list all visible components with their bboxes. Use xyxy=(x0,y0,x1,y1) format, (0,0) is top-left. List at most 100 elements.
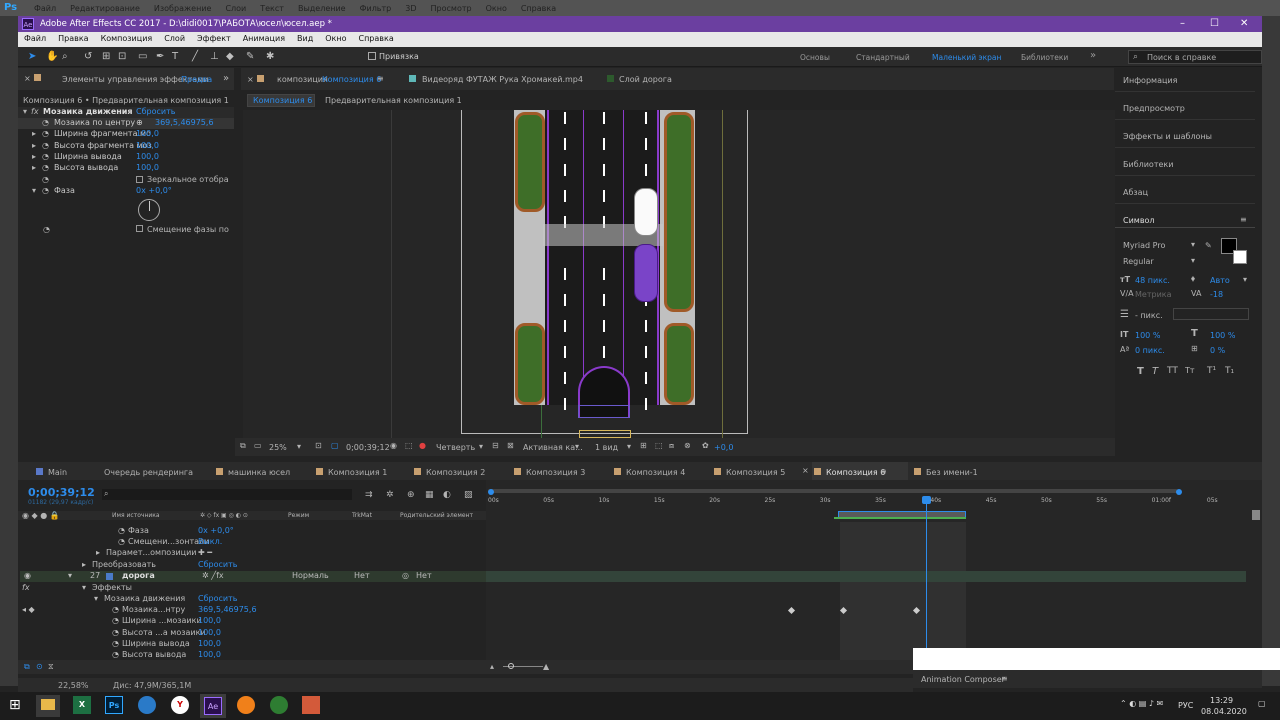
stopwatch-icon[interactable]: ◔ xyxy=(112,628,119,637)
exposure-reset-icon[interactable]: ✿ xyxy=(702,441,709,450)
notification-icon[interactable]: ▢ xyxy=(1258,699,1266,708)
expand-icon[interactable]: ▸ xyxy=(82,560,86,569)
clock-time[interactable]: 13:29 xyxy=(1210,696,1233,705)
minimize-icon[interactable]: – xyxy=(1180,18,1185,29)
font-dropdown-icon[interactable]: ▾ xyxy=(1191,240,1195,249)
add-remove-icon[interactable]: ✚ ━ xyxy=(198,548,212,557)
layer-search-input[interactable]: ⌕ xyxy=(102,489,352,500)
tracking-value[interactable]: -18 xyxy=(1210,290,1223,299)
stopwatch-icon[interactable]: ◔ xyxy=(43,225,50,234)
animation-composer-menu-icon[interactable]: ≡ xyxy=(1001,674,1008,683)
menu-item[interactable]: Слой xyxy=(164,34,185,45)
effect-property-row[interactable]: ◔ Зеркальное отобра xyxy=(18,175,234,186)
visibility-icon[interactable]: ◉ xyxy=(24,571,31,580)
ps-menu-item[interactable]: Файл xyxy=(34,4,56,13)
ps-menu-item[interactable]: Фильтр xyxy=(360,4,392,13)
animation-composer-title[interactable]: Animation Composer xyxy=(921,675,1005,684)
footage-tab[interactable]: Видеоряд ФУТАЖ Рука Хромакей.mp4 xyxy=(422,75,583,84)
right-panel-section[interactable]: Предпросмотр xyxy=(1115,96,1255,120)
expand-icon[interactable]: ▸ xyxy=(32,152,36,161)
snapshot-icon[interactable]: ◉ xyxy=(390,441,397,450)
property-value[interactable]: 100,0 xyxy=(136,141,159,150)
subscript-icon[interactable]: T₁ xyxy=(1225,366,1234,376)
timeline-timecode[interactable]: 0;00;39;12 xyxy=(28,486,95,499)
help-search-input[interactable]: ⌕ Поиск в справке xyxy=(1128,50,1262,64)
flowchart-icon[interactable]: ⊗ xyxy=(684,441,691,450)
style-dropdown-icon[interactable]: ▾ xyxy=(1191,256,1195,265)
horizontal-scale-value[interactable]: 100 % xyxy=(1210,331,1235,340)
timeline-tab[interactable]: Очередь рендеринга xyxy=(104,462,200,482)
roto-brush-icon[interactable]: ✎ xyxy=(246,51,254,62)
rotate-tool-icon[interactable]: ↺ xyxy=(84,51,92,62)
ae-taskbar-button[interactable]: Ae xyxy=(200,694,226,718)
stroke-width-value[interactable]: - пикс. xyxy=(1135,311,1163,320)
clone-stamp-icon[interactable]: ⊥ xyxy=(210,51,219,62)
timeline-tab[interactable]: Без имени-1 xyxy=(912,462,1008,482)
font-size-value[interactable]: 48 пикс. xyxy=(1135,276,1170,285)
snap-checkbox[interactable] xyxy=(368,52,376,60)
effect-property-row[interactable]: ◔ Мозаика по центру ⊕ 369,5,46975,6 xyxy=(18,118,234,129)
expand-icon[interactable]: ▸ xyxy=(32,141,36,150)
layer-trkmat[interactable]: Нет xyxy=(354,571,370,580)
menu-item[interactable]: Окно xyxy=(325,34,346,45)
tab-close-icon[interactable]: × xyxy=(802,466,809,475)
timeline-row[interactable]: ▸ Парамет...омпозиции ✚ ━ xyxy=(20,548,486,559)
ps-menu-item[interactable]: Справка xyxy=(521,4,556,13)
tray-icons[interactable]: ⌃ ◐ ▤ ♪ ✉ xyxy=(1120,699,1163,708)
right-panel-section[interactable]: Эффекты и шаблоны xyxy=(1115,124,1255,148)
timeline-row[interactable]: ▾ fx Эффекты xyxy=(20,583,486,594)
property-value[interactable]: 0x +0,0° xyxy=(136,186,172,195)
camera-view[interactable]: Активная ка... xyxy=(523,443,583,452)
stopwatch-icon[interactable]: ◔ xyxy=(112,639,119,648)
timeline-row[interactable]: ◉ ▾ 27 дорога ✲ ╱fx Нормаль Нет ◎ Нет xyxy=(20,571,486,582)
language-indicator[interactable]: РУС xyxy=(1178,701,1193,710)
character-menu-icon[interactable]: ≡ xyxy=(1240,215,1247,224)
font-family[interactable]: Myriad Pro xyxy=(1123,241,1165,250)
leading-dropdown-icon[interactable]: ▾ xyxy=(1243,275,1247,284)
tab-menu-icon[interactable]: ≡ xyxy=(880,467,887,476)
toggle-modes-icon[interactable]: ⊙ xyxy=(36,662,43,671)
effect-property-row[interactable]: ▾ ◔ Фаза 0x +0,0° xyxy=(18,186,234,197)
camera-tool-icon[interactable]: ⊞ xyxy=(102,51,110,62)
superscript-icon[interactable]: T¹ xyxy=(1207,366,1216,376)
timeline-row[interactable]: ◔ Высота ...а мозаики 100,0 xyxy=(20,628,486,639)
expand-icon[interactable]: ▸ xyxy=(32,163,36,172)
eyedropper-icon[interactable]: ✎ xyxy=(1205,241,1212,250)
mirror-checkbox[interactable] xyxy=(136,175,143,183)
menu-item[interactable]: Правка xyxy=(58,34,88,45)
property-value[interactable]: 100,0 xyxy=(136,163,159,172)
views-value[interactable]: 1 вид xyxy=(595,443,618,452)
camera-dropdown-icon[interactable]: ▾ xyxy=(575,442,579,451)
fx-icon[interactable]: fx xyxy=(22,583,30,592)
transparency-grid-icon[interactable]: ⊠ xyxy=(507,441,514,450)
motion-blur-toggle-icon[interactable]: ◐ xyxy=(443,490,451,500)
stopwatch-icon[interactable]: ◔ xyxy=(42,186,49,195)
clock-date[interactable]: 08.04.2020 xyxy=(1201,707,1247,716)
phase-dial[interactable] xyxy=(138,199,160,221)
ps-menu-item[interactable]: Текст xyxy=(260,4,284,13)
phase-shift-checkbox[interactable] xyxy=(136,225,143,232)
brush-tool-icon[interactable]: ╱ xyxy=(192,51,198,62)
app-green-icon[interactable] xyxy=(270,696,288,714)
toggle-switches-icon[interactable]: ⧉ xyxy=(24,662,30,672)
workspace-more-icon[interactable]: » xyxy=(1090,50,1096,61)
monitor-icon[interactable]: ▭ xyxy=(254,441,262,450)
viewer-timecode[interactable]: 0;00;39;12 xyxy=(346,443,390,452)
row-value[interactable]: 100,0 xyxy=(198,639,221,648)
draft3d-icon[interactable]: ⬚ xyxy=(655,441,663,450)
menu-item[interactable]: Анимация xyxy=(243,34,285,45)
stopwatch-icon[interactable]: ◔ xyxy=(112,605,119,614)
timeline-tab[interactable]: Композиция 3 xyxy=(512,462,608,482)
blender-icon[interactable] xyxy=(237,696,255,714)
right-panel-section[interactable]: Информация xyxy=(1115,68,1255,92)
leading-value[interactable]: Авто xyxy=(1210,276,1230,285)
scroll-end-handle[interactable] xyxy=(1176,489,1182,495)
excel-icon[interactable]: X xyxy=(73,696,91,714)
keyframe-1[interactable] xyxy=(787,606,796,615)
row-value[interactable]: 100,0 xyxy=(198,650,221,659)
timeline-row[interactable]: ◔ Фаза 0x +0,0° xyxy=(20,526,486,537)
eraser-tool-icon[interactable]: ◆ xyxy=(226,51,234,62)
faux-italic-icon[interactable]: T xyxy=(1152,366,1158,377)
ps-menu-item[interactable]: Просмотр xyxy=(431,4,472,13)
workspace-basics[interactable]: Основы xyxy=(800,53,830,62)
